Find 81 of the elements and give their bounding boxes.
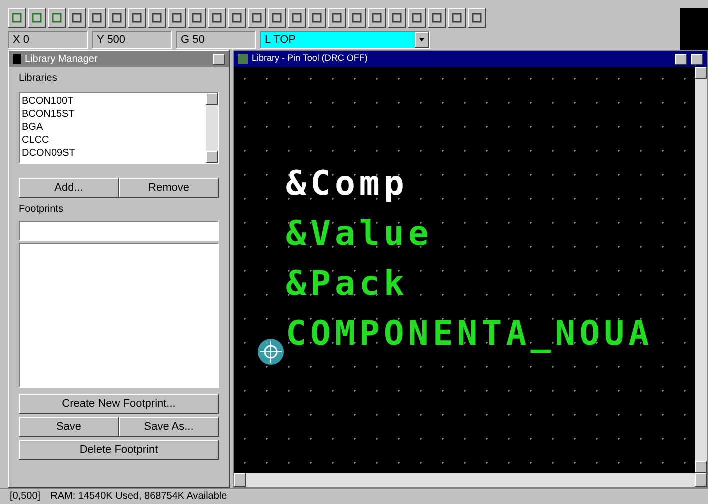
- panel-button[interactable]: Save: [19, 417, 119, 437]
- panel-button[interactable]: Add...: [19, 178, 119, 198]
- layer-dropdown[interactable]: L TOP: [260, 31, 430, 50]
- library-item[interactable]: BCON100T: [22, 95, 206, 108]
- toolbar-button[interactable]: [8, 8, 26, 28]
- panel-title-bar: Library Manager: [9, 51, 229, 67]
- tool-icon: [272, 13, 282, 24]
- tool-icon: [372, 13, 382, 24]
- y-coordinate: Y 500: [92, 31, 172, 50]
- toolbar-button[interactable]: [308, 8, 326, 28]
- toolbar-button[interactable]: [428, 8, 446, 28]
- toolbar-button[interactable]: [248, 8, 266, 28]
- origin-marker-icon: [256, 337, 286, 367]
- tool-icon: [112, 13, 122, 24]
- toolbar-button[interactable]: [448, 8, 466, 28]
- toolbar-button[interactable]: [468, 8, 486, 28]
- library-item[interactable]: CLCC: [22, 134, 206, 147]
- grid-size: G 50: [176, 31, 256, 50]
- toolbar-button[interactable]: [288, 8, 306, 28]
- tool-icon: [232, 13, 242, 24]
- panel-button[interactable]: Delete Footprint: [19, 440, 219, 460]
- panel-button[interactable]: Create New Footprint...: [19, 394, 219, 414]
- libraries-list[interactable]: BCON100T BCON15ST BGA CLCC DCON09ST: [19, 92, 219, 164]
- toolbar-button[interactable]: [368, 8, 386, 28]
- drawing-canvas[interactable]: &Comp &Value &Pack COMPONENTA_NOUA: [234, 67, 695, 473]
- toolbar-button[interactable]: [208, 8, 226, 28]
- library-item[interactable]: DCON09ST: [22, 147, 206, 160]
- tool-icon: [192, 13, 202, 24]
- tool-icon: [12, 13, 22, 24]
- tool-icon: [452, 13, 462, 24]
- x-coordinate: X 0: [8, 31, 88, 50]
- canvas-text[interactable]: &Comp: [286, 162, 408, 206]
- toolbar-button[interactable]: [28, 8, 46, 28]
- library-item[interactable]: BGA: [22, 121, 206, 134]
- toolbar-button[interactable]: [68, 8, 86, 28]
- panel-button[interactable]: Remove: [119, 178, 219, 198]
- memory-status: RAM: 14540K Used, 868754K Available: [50, 490, 228, 504]
- tool-icon: [392, 13, 402, 24]
- tool-icon: [52, 13, 62, 24]
- toolbar-button[interactable]: [168, 8, 186, 28]
- tool-icon: [132, 13, 142, 24]
- tool-icon: [92, 13, 102, 24]
- tool-icon: [252, 13, 262, 24]
- tool-icon: [292, 13, 302, 24]
- vertical-scrollbar[interactable]: [695, 67, 707, 473]
- tool-icon: [412, 13, 422, 24]
- toolbar-button[interactable]: [408, 8, 426, 28]
- tool-icon: [352, 13, 362, 24]
- panel-button[interactable]: Save As...: [119, 417, 219, 437]
- libraries-label: Libraries: [19, 72, 58, 86]
- toolbar-button[interactable]: [88, 8, 106, 28]
- tool-icon: [472, 13, 482, 24]
- scrollbar[interactable]: [206, 93, 218, 163]
- canvas-text[interactable]: COMPONENTA_NOUA: [286, 312, 654, 356]
- toolbar-button[interactable]: [348, 8, 366, 28]
- footprints-label: Footprints: [19, 203, 64, 217]
- toolbar-button[interactable]: [268, 8, 286, 28]
- toolbar-button[interactable]: [148, 8, 166, 28]
- tool-icon: [72, 13, 82, 24]
- tool-icon: [212, 13, 222, 24]
- toolbar-button[interactable]: [388, 8, 406, 28]
- tool-icon: [32, 13, 42, 24]
- footprint-name-field[interactable]: [19, 221, 219, 241]
- window-title-bar: Library - Pin Tool (DRC OFF): [234, 51, 707, 67]
- toolbar-button[interactable]: [48, 8, 66, 28]
- cursor-position: [0,500]: [10, 490, 41, 504]
- tool-icon: [432, 13, 442, 24]
- canvas-text[interactable]: &Value: [286, 212, 433, 256]
- toolbar-button[interactable]: [128, 8, 146, 28]
- library-item[interactable]: BCON15ST: [22, 108, 206, 121]
- color-swatch: [680, 8, 708, 50]
- toolbar-button[interactable]: [188, 8, 206, 28]
- toolbar-button[interactable]: [328, 8, 346, 28]
- toolbar-button[interactable]: [228, 8, 246, 28]
- tool-icon: [152, 13, 162, 24]
- tool-icon: [332, 13, 342, 24]
- canvas-text[interactable]: &Pack: [286, 262, 408, 306]
- horizontal-scrollbar[interactable]: [234, 473, 707, 487]
- toolbar-button[interactable]: [108, 8, 126, 28]
- tool-icon: [172, 13, 182, 24]
- tool-icon: [312, 13, 322, 24]
